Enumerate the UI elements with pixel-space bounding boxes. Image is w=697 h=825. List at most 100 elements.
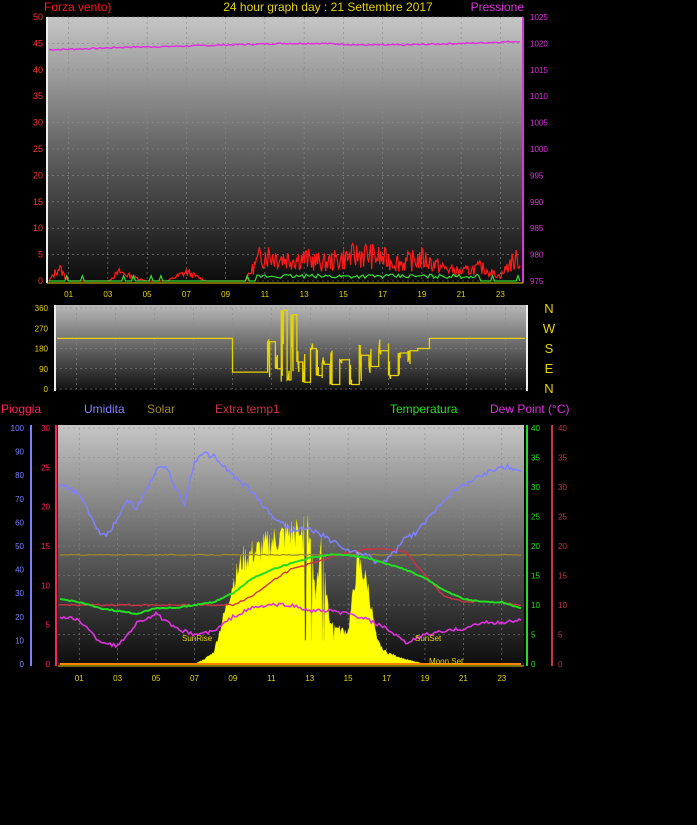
pressure-chart-label: Pressione bbox=[471, 0, 525, 14]
umidita-tick-label: 90 bbox=[15, 448, 24, 457]
direction-tick-label: 360 bbox=[35, 304, 49, 313]
wind-x-tick: 01 bbox=[64, 290, 73, 299]
wind-x-tick: 09 bbox=[221, 290, 230, 299]
wind-tick-label: 20 bbox=[33, 170, 43, 180]
umidita-tick-label: 20 bbox=[15, 613, 24, 622]
wind-x-tick: 17 bbox=[378, 290, 387, 299]
pioggia-tick-label: 0 bbox=[46, 660, 51, 669]
pressure-axis-ticks: 975 980 985 990 995 1000 1005 1010 1015 1020 1025 bbox=[530, 13, 548, 286]
sunset-annotation: SunSet bbox=[415, 634, 442, 643]
pressure-tick-label: 975 bbox=[530, 277, 544, 286]
pressure-tick-label: 1005 bbox=[530, 119, 548, 128]
umidita-tick-label: 10 bbox=[15, 636, 24, 645]
direction-axis-ticks: 0 90 180 270 360 bbox=[35, 304, 49, 394]
moonset-annotation: Moon Set bbox=[429, 657, 464, 666]
direction-tick-label: 270 bbox=[35, 324, 49, 333]
dew-point-tick-label: 30 bbox=[558, 483, 567, 492]
wind-tick-label: 0 bbox=[38, 276, 43, 286]
temp-x-tick: 13 bbox=[305, 674, 314, 683]
temp-x-tick: 11 bbox=[267, 674, 276, 683]
wind-x-tick: 13 bbox=[300, 290, 309, 299]
wind-x-tick: 05 bbox=[143, 290, 152, 299]
wind-tick-label: 40 bbox=[33, 65, 43, 75]
umidita-tick-label: 60 bbox=[15, 518, 24, 527]
compass-labels: NWSEN bbox=[543, 301, 556, 396]
wind-tick-label: 15 bbox=[33, 197, 43, 207]
wind-x-tick: 19 bbox=[417, 290, 426, 299]
pressure-tick-label: 1000 bbox=[530, 145, 548, 154]
compass-letter: W bbox=[543, 321, 556, 336]
wind-tick-label: 30 bbox=[33, 118, 43, 128]
pioggia-tick-label: 15 bbox=[41, 542, 50, 551]
temp-x-tick: 21 bbox=[459, 674, 468, 683]
umidita-tick-label: 100 bbox=[11, 424, 25, 433]
pressure-tick-label: 1025 bbox=[530, 13, 548, 22]
sunrise-annotation: SunRise bbox=[182, 634, 213, 643]
legend-pioggia: Pioggia bbox=[1, 402, 41, 416]
wind-axis-ticks: 0 5 10 15 20 25 30 35 40 45 50 bbox=[33, 12, 43, 286]
temperatura-tick-label: 0 bbox=[531, 660, 536, 669]
wind-x-tick: 11 bbox=[261, 290, 270, 299]
direction-tick-label: 90 bbox=[39, 365, 48, 374]
compass-letter: E bbox=[545, 361, 554, 376]
umidita-tick-label: 40 bbox=[15, 566, 24, 575]
pressure-tick-label: 995 bbox=[530, 171, 544, 180]
pressure-tick-label: 985 bbox=[530, 224, 544, 233]
pressure-tick-label: 990 bbox=[530, 198, 544, 207]
direction-tick-label: 0 bbox=[44, 385, 49, 394]
temperatura-tick-label: 5 bbox=[531, 631, 536, 640]
temperatura-tick-label: 20 bbox=[531, 542, 540, 551]
wind-chart-label: Forza vento) bbox=[44, 0, 111, 14]
temperatura-tick-label: 10 bbox=[531, 601, 540, 610]
umidita-tick-label: 0 bbox=[20, 660, 25, 669]
pressure-tick-label: 1010 bbox=[530, 92, 548, 101]
wind-tick-label: 5 bbox=[38, 250, 43, 260]
direction-chart: 0 90 180 270 360 NWSEN bbox=[35, 301, 556, 396]
temperature-humidity-chart: 0102030405060708090100051015202530051015… bbox=[11, 424, 568, 683]
wind-x-tick: 07 bbox=[182, 290, 191, 299]
pioggia-tick-label: 10 bbox=[41, 581, 50, 590]
dew-point-tick-label: 25 bbox=[558, 513, 567, 522]
pioggia-tick-label: 5 bbox=[46, 621, 51, 630]
pioggia-tick-label: 30 bbox=[41, 424, 50, 433]
legend-extra-temp: Extra temp1 bbox=[215, 402, 280, 416]
pioggia-tick-label: 25 bbox=[41, 463, 50, 472]
compass-letter: N bbox=[544, 301, 553, 316]
temperatura-tick-label: 25 bbox=[531, 513, 540, 522]
wind-x-tick: 03 bbox=[103, 290, 112, 299]
wind-tick-label: 10 bbox=[33, 223, 43, 233]
temp-x-tick: 09 bbox=[228, 674, 237, 683]
weather-graph-canvas: Forza vento) 24 hour graph day : 21 Sett… bbox=[1, 0, 569, 683]
wind-x-ticks: 01 03 05 07 09 11 13 15 17 19 21 23 bbox=[64, 290, 505, 299]
page-title: 24 hour graph day : 21 Settembre 2017 bbox=[223, 0, 433, 14]
wind-tick-label: 25 bbox=[33, 144, 43, 154]
wind-tick-label: 45 bbox=[33, 38, 43, 48]
wind-tick-label: 35 bbox=[33, 91, 43, 101]
pressure-tick-label: 1015 bbox=[530, 66, 548, 75]
direction-tick-label: 180 bbox=[35, 345, 49, 354]
temp-x-tick: 15 bbox=[344, 674, 353, 683]
dew-point-tick-label: 5 bbox=[558, 631, 563, 640]
legend-umidita: Umidita bbox=[84, 402, 125, 416]
temperatura-tick-label: 35 bbox=[531, 454, 540, 463]
temperatura-tick-label: 40 bbox=[531, 424, 540, 433]
pressure-tick-label: 1020 bbox=[530, 39, 548, 48]
pressure-tick-label: 980 bbox=[530, 251, 544, 260]
wind-pressure-chart: 05101520253035404550 9759809859909951000… bbox=[33, 12, 548, 299]
umidita-tick-label: 80 bbox=[15, 471, 24, 480]
dew-point-tick-label: 40 bbox=[558, 424, 567, 433]
temp-x-tick: 17 bbox=[382, 674, 391, 683]
compass-letter: N bbox=[544, 381, 553, 396]
temp-x-tick: 07 bbox=[190, 674, 199, 683]
dew-point-tick-label: 20 bbox=[558, 542, 567, 551]
dew-point-tick-label: 35 bbox=[558, 454, 567, 463]
wind-x-tick: 15 bbox=[339, 290, 348, 299]
wind-x-tick: 21 bbox=[457, 290, 466, 299]
temperatura-tick-label: 15 bbox=[531, 572, 540, 581]
wind-tick-label: 50 bbox=[33, 12, 43, 22]
dew-point-tick-label: 0 bbox=[558, 660, 563, 669]
legend: Pioggia Umidita Solar Extra temp1 Temper… bbox=[1, 402, 569, 416]
umidita-tick-label: 30 bbox=[15, 589, 24, 598]
umidita-tick-label: 70 bbox=[15, 495, 24, 504]
temp-x-tick: 19 bbox=[421, 674, 430, 683]
